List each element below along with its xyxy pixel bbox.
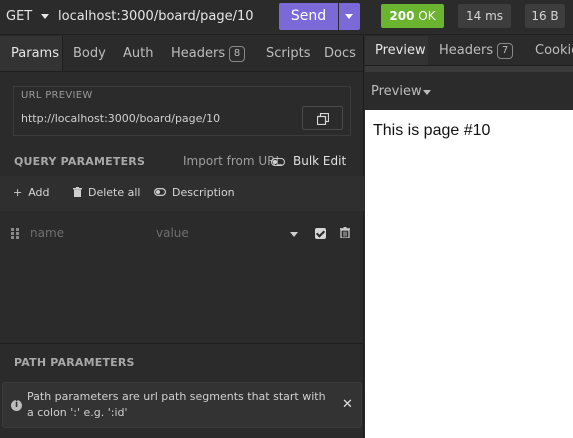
import-from-url-button[interactable]: Import from URL	[183, 154, 282, 168]
query-params-header: QUERY PARAMETERS Import from URL Bulk Ed…	[0, 148, 364, 174]
trash-icon[interactable]	[340, 227, 350, 238]
param-value-input[interactable]: value	[156, 226, 189, 240]
send-options-button[interactable]	[339, 3, 360, 30]
description-toggle[interactable]: Description	[154, 186, 235, 199]
tab-scripts[interactable]: Scripts	[266, 36, 310, 71]
path-params-info-text: Path parameters are url path segments th…	[27, 390, 326, 419]
tab-label: Cookie	[535, 43, 573, 58]
add-label: Add	[28, 186, 50, 199]
tab-label: Headers	[439, 43, 494, 58]
url-bar: GET localhost:3000/board/page/10 Send	[0, 0, 364, 35]
response-pane: 200 OK 14 ms 16 B Preview Headers 7 Cooki…	[365, 0, 573, 438]
tab-headers[interactable]: Headers 8	[171, 36, 246, 71]
url-preview-value: http://localhost:3000/board/page/10	[21, 112, 221, 125]
response-preview: This is page #10	[365, 110, 573, 438]
copy-url-button[interactable]	[302, 106, 343, 130]
send-button[interactable]: Send	[279, 3, 338, 30]
path-params-info: i Path parameters are url path segments …	[2, 382, 362, 428]
response-time-badge: 14 ms	[458, 4, 511, 28]
description-label: Description	[172, 186, 235, 199]
app-window: GET localhost:3000/board/page/10 Send Pa…	[0, 0, 573, 438]
copy-icon	[317, 113, 329, 125]
close-icon[interactable]: ✕	[342, 397, 353, 412]
chevron-down-icon	[423, 90, 431, 95]
status-text: OK	[418, 9, 436, 23]
tab-label: Params	[11, 46, 59, 61]
tab-params[interactable]: Params	[0, 36, 63, 71]
trash-icon	[73, 187, 82, 197]
preview-mode-select[interactable]: Preview	[365, 74, 573, 110]
tab-body[interactable]: Body	[73, 36, 106, 71]
query-params-title: QUERY PARAMETERS	[14, 155, 146, 168]
delete-all-button[interactable]: Delete all	[73, 186, 141, 199]
status-badge: 200 OK	[381, 4, 444, 28]
param-enabled-checkbox[interactable]	[315, 228, 326, 239]
headers-count-badge: 8	[229, 45, 246, 62]
request-pane: GET localhost:3000/board/page/10 Send Pa…	[0, 0, 364, 438]
toggle-icon[interactable]	[271, 158, 285, 166]
chevron-down-icon[interactable]	[290, 232, 298, 237]
method-dropdown-icon[interactable]	[41, 14, 49, 19]
param-row: name value	[0, 218, 364, 250]
preview-mode-label: Preview	[371, 84, 422, 99]
tab-cookies[interactable]: Cookie	[535, 36, 573, 65]
url-input[interactable]: localhost:3000/board/page/10	[58, 9, 254, 24]
url-preview-title: URL PREVIEW	[21, 90, 93, 101]
drag-handle-icon[interactable]	[11, 228, 19, 239]
param-name-input[interactable]: name	[30, 226, 64, 240]
add-param-button[interactable]: + Add	[13, 186, 50, 199]
request-tabs: Params Body Auth Headers 8 Scripts Docs	[0, 36, 364, 72]
response-size-badge: 16 B	[525, 4, 565, 28]
tab-response-headers[interactable]: Headers 7	[439, 36, 514, 65]
method-select[interactable]: GET	[6, 9, 32, 24]
response-status-bar: 200 OK 14 ms 16 B	[365, 0, 573, 35]
tab-label: Preview	[375, 43, 426, 58]
path-params-title: PATH PARAMETERS	[14, 356, 135, 369]
info-icon: i	[11, 400, 22, 411]
response-body-text: This is page #10	[373, 122, 491, 139]
status-code: 200	[389, 9, 415, 23]
tab-auth[interactable]: Auth	[123, 36, 153, 71]
bulk-edit-button[interactable]: Bulk Edit	[293, 154, 346, 168]
toggle-icon	[154, 188, 166, 196]
tab-label: Docs	[324, 46, 356, 61]
tab-label: Scripts	[266, 46, 311, 61]
section-divider	[0, 343, 364, 344]
tab-label: Headers	[171, 46, 226, 61]
chevron-down-icon	[345, 14, 353, 19]
tab-docs[interactable]: Docs	[324, 36, 356, 71]
delete-all-label: Delete all	[88, 186, 141, 199]
tab-label: Auth	[123, 46, 154, 61]
params-actions-bar: + Add Delete all Description	[0, 176, 364, 211]
plus-icon: +	[13, 186, 23, 199]
tab-label: Body	[73, 46, 106, 61]
tab-preview[interactable]: Preview	[365, 36, 428, 65]
tabs-scrollbar[interactable]	[365, 66, 573, 72]
headers-count-badge: 7	[497, 42, 514, 59]
response-tabs: Preview Headers7 Cookie	[365, 36, 573, 66]
url-preview-panel: URL PREVIEW http://localhost:3000/board/…	[13, 86, 351, 136]
